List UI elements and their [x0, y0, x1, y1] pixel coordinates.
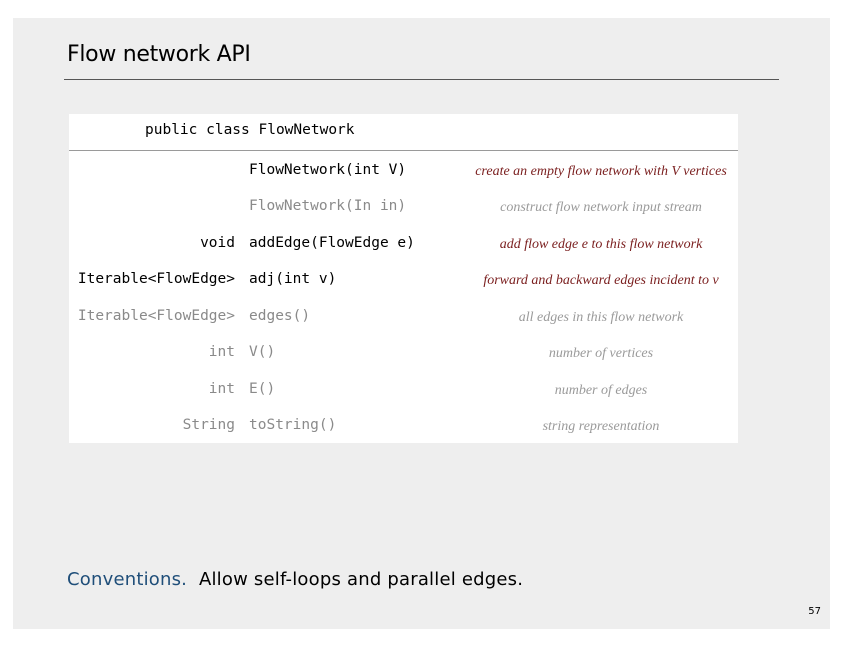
conventions-label: Conventions.	[67, 569, 188, 590]
title-divider	[64, 79, 779, 80]
api-row: void addEdge(FlowEdge e) add flow edge e…	[69, 235, 738, 271]
api-table: public class FlowNetwork FlowNetwork(int…	[69, 114, 738, 443]
api-method-signature: FlowNetwork(int V)	[249, 162, 407, 178]
api-row: String toString() string representation	[69, 417, 738, 453]
api-row: FlowNetwork(In in) construct flow networ…	[69, 198, 738, 234]
api-method-signature: adj(int v)	[249, 271, 337, 287]
page-number: 57	[808, 606, 821, 617]
api-row: int V() number of vertices	[69, 344, 738, 380]
api-row: Iterable<FlowEdge> adj(int v) forward an…	[69, 271, 738, 307]
api-method-description: construct flow network input stream	[500, 200, 702, 215]
api-method-description: all edges in this flow network	[518, 310, 684, 325]
slide: Flow network API public class FlowNetwor…	[13, 18, 830, 629]
api-method-description: string representation	[542, 419, 660, 434]
api-method-signature: E()	[249, 381, 276, 397]
slide-title: Flow network API	[67, 42, 251, 67]
api-return-type: Iterable<FlowEdge>	[77, 308, 235, 324]
api-class-header: public class FlowNetwork	[145, 122, 355, 138]
api-row: Iterable<FlowEdge> edges() all edges in …	[69, 308, 738, 344]
api-return-type: String	[182, 417, 235, 433]
api-row: int E() number of edges	[69, 381, 738, 417]
api-return-type: int	[208, 381, 235, 397]
conventions-text: Allow self-loops and parallel edges.	[198, 569, 524, 590]
api-method-description: add flow edge e to this flow network	[499, 237, 703, 252]
conventions-note: Conventions. Allow self-loops and parall…	[67, 569, 523, 590]
api-method-description: create an empty flow network with V vert…	[475, 164, 727, 179]
api-method-description: number of edges	[554, 383, 648, 398]
api-method-signature: V()	[249, 344, 276, 360]
api-header-divider	[69, 150, 738, 151]
api-return-type: int	[208, 344, 235, 360]
api-return-type: Iterable<FlowEdge>	[77, 271, 235, 287]
api-method-signature: addEdge(FlowEdge e)	[249, 235, 415, 251]
api-row: FlowNetwork(int V) create an empty flow …	[69, 162, 738, 198]
api-method-description: forward and backward edges incident to v	[483, 273, 719, 288]
api-return-type: void	[200, 235, 235, 251]
api-method-signature: edges()	[249, 308, 311, 324]
api-method-signature: toString()	[249, 417, 337, 433]
api-method-description: number of vertices	[548, 346, 654, 361]
api-method-signature: FlowNetwork(In in)	[249, 198, 407, 214]
